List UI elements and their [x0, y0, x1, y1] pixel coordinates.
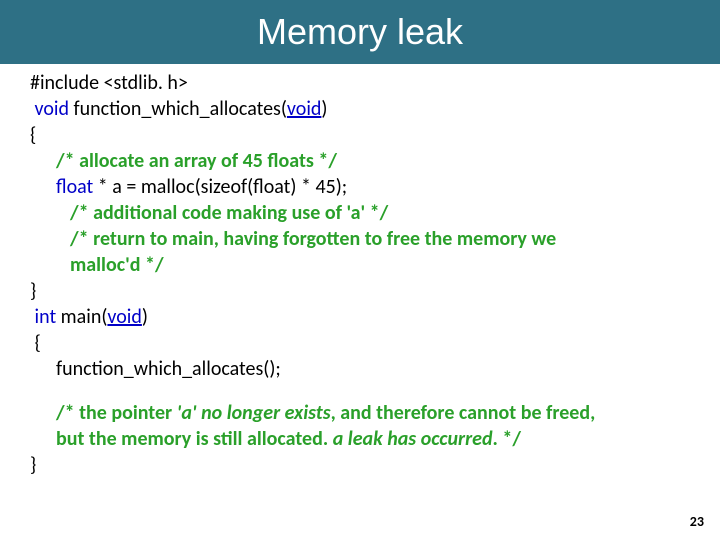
slide-title: Memory leak	[257, 11, 463, 53]
keyword-void-param: void	[287, 97, 322, 121]
keyword-void: void	[35, 97, 70, 121]
comment-em: 'a' no longer exists	[177, 401, 331, 425]
preproc: #include <stdlib. h>	[30, 71, 188, 95]
code-line: int main(void)	[30, 304, 690, 330]
code-line: malloc'd */	[30, 252, 690, 278]
code-line: float * a = malloc(sizeof(float) * 45);	[30, 174, 690, 200]
comment: /* additional code making use of 'a' */	[70, 201, 388, 225]
code-line: {	[30, 330, 690, 356]
keyword-float: float	[56, 175, 93, 199]
comment: /* the pointer	[56, 401, 177, 425]
page-number: 23	[690, 513, 704, 530]
code-block: #include <stdlib. h> void function_which…	[0, 64, 720, 478]
comment: /* allocate an array of 45 floats */	[56, 149, 337, 173]
code-line: but the memory is still allocated. a lea…	[30, 426, 690, 452]
comment: malloc'd */	[70, 253, 164, 277]
title-bar: Memory leak	[0, 0, 720, 64]
comment: but the memory is still allocated.	[56, 427, 333, 451]
comment: . */	[493, 427, 521, 451]
comment: /* return to main, having forgotten to f…	[70, 227, 556, 251]
code-line: function_which_allocates();	[30, 356, 690, 382]
code-line: /* return to main, having forgotten to f…	[30, 226, 690, 252]
keyword-int: int	[35, 305, 57, 329]
code-line: /* the pointer 'a' no longer exists, and…	[30, 400, 690, 426]
comment-em: a leak has occurred	[333, 427, 493, 451]
code-line: }	[30, 452, 690, 478]
paren: )	[321, 97, 327, 121]
code-line: {	[30, 122, 690, 148]
paren: )	[142, 305, 148, 329]
fn-main: main(	[56, 305, 107, 329]
comment: , and therefore cannot be freed,	[331, 401, 596, 425]
code-line: }	[30, 278, 690, 304]
code-line: #include <stdlib. h>	[30, 70, 690, 96]
fn-name: function_which_allocates(	[69, 97, 287, 121]
code-line: /* allocate an array of 45 floats */	[30, 148, 690, 174]
blank-line	[30, 382, 690, 400]
keyword-void-param: void	[107, 305, 142, 329]
code-line: void function_which_allocates(void)	[30, 96, 690, 122]
code-line: /* additional code making use of 'a' */	[30, 200, 690, 226]
malloc-call: * a = malloc(sizeof(float) * 45);	[93, 175, 347, 199]
